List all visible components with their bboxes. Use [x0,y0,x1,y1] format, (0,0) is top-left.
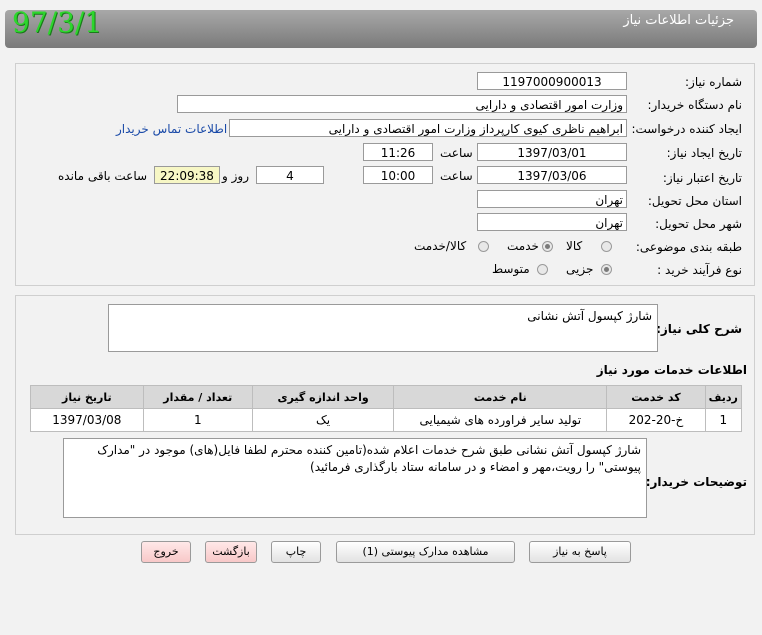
category-goods-service-label: کالا/خدمت [414,239,467,253]
category-service-radio[interactable] [542,241,553,252]
province-label: استان محل تحویل: [647,194,742,208]
cell-unit: یک [251,408,395,432]
col-unit-header: واحد اندازه گیری [251,385,395,409]
category-goods-service-radio[interactable] [478,241,489,252]
days-label: روز و [222,169,249,183]
need-number-label: شماره نیاز: [685,75,742,89]
created-date-field: 1397/03/01 [477,143,627,161]
category-goods-label: کالا [566,239,583,253]
purchase-type-label: نوع فرآیند خرید : [657,263,742,277]
services-title: اطلاعات خدمات مورد نیاز [596,363,747,377]
col-date-header: تاریخ نیاز [30,385,144,409]
city-field: تهران [477,213,627,231]
description-text: شارژ کپسول آتش نشانی [527,309,652,323]
validity-date-field: 1397/03/06 [477,166,627,184]
cell-qty: 1 [142,408,253,432]
created-time-label: ساعت [440,146,473,160]
buyer-notes-text: شارژ کپسول آتش نشانی طبق شرح خدمات اعلام… [97,443,641,474]
cell-row: 1 [704,408,743,432]
cell-name: تولید سایر فراورده های شیمیایی [393,408,608,432]
validity-date-label: تاریخ اعتبار نیاز: [662,171,742,185]
buyer-org-field: وزارت امور اقتصادی و دارایی [177,95,627,113]
validity-time-field: 10:00 [363,166,433,184]
table-row: 1 خ-20-202 تولید سایر فراورده های شیمیای… [30,408,743,432]
need-number-field: 1197000900013 [477,72,627,90]
validity-time-label: ساعت [440,169,473,183]
col-qty-header: تعداد / مقدار [142,385,253,409]
category-service-label: خدمت [507,239,539,253]
purchase-minor-label: جزیی [566,262,594,276]
view-attachments-button[interactable]: مشاهده مدارک پیوستی (1) [336,541,515,563]
cell-code: خ-20-202 [606,408,706,432]
exit-button[interactable]: خروج [141,541,191,563]
created-time-field: 11:26 [363,143,433,161]
description-field: شارژ کپسول آتش نشانی [108,304,658,352]
requester-field: ابراهیم ناظری کیوی کارپرداز وزارت امور ا… [229,119,627,137]
col-row-header: ردیف [704,385,743,409]
buyer-notes-label: توضیحات خریدار: [645,475,747,489]
services-header-row: ردیف کد خدمت نام خدمت واحد اندازه گیری ت… [30,385,743,409]
created-date-label: تاریخ ایجاد نیاز: [666,146,742,160]
province-field: تهران [477,190,627,208]
purchase-medium-label: متوسط [492,262,530,276]
services-table: ردیف کد خدمت نام خدمت واحد اندازه گیری ت… [30,385,743,432]
col-name-header: نام خدمت [393,385,608,409]
buyer-contact-link[interactable]: اطلاعات تماس خریدار [116,122,227,136]
city-label: شهر محل تحویل: [655,217,742,231]
remaining-time-field: 22:09:38 [154,166,220,184]
reply-button[interactable]: پاسخ به نیاز [529,541,631,563]
back-button[interactable]: بازگشت [205,541,257,563]
description-label: شرح کلی نیاز: [656,322,742,336]
remaining-time-label: ساعت باقی مانده [58,169,148,183]
category-goods-radio[interactable] [601,241,612,252]
purchase-minor-radio[interactable] [601,264,612,275]
cell-date: 1397/03/08 [30,408,144,432]
print-button[interactable]: چاپ [271,541,321,563]
buyer-org-label: نام دستگاه خریدار: [647,98,743,112]
col-code-header: کد خدمت [606,385,706,409]
days-remaining-field: 4 [256,166,324,184]
buyer-notes-field: شارژ کپسول آتش نشانی طبق شرح خدمات اعلام… [63,438,647,518]
page-title: جزئیات اطلاعات نیاز [623,13,734,28]
requester-label: ایجاد کننده درخواست: [631,122,742,136]
date-stamp: 97/3/1 [12,6,103,39]
purchase-medium-radio[interactable] [537,264,548,275]
category-label: طبقه بندی موضوعی: [635,240,742,254]
